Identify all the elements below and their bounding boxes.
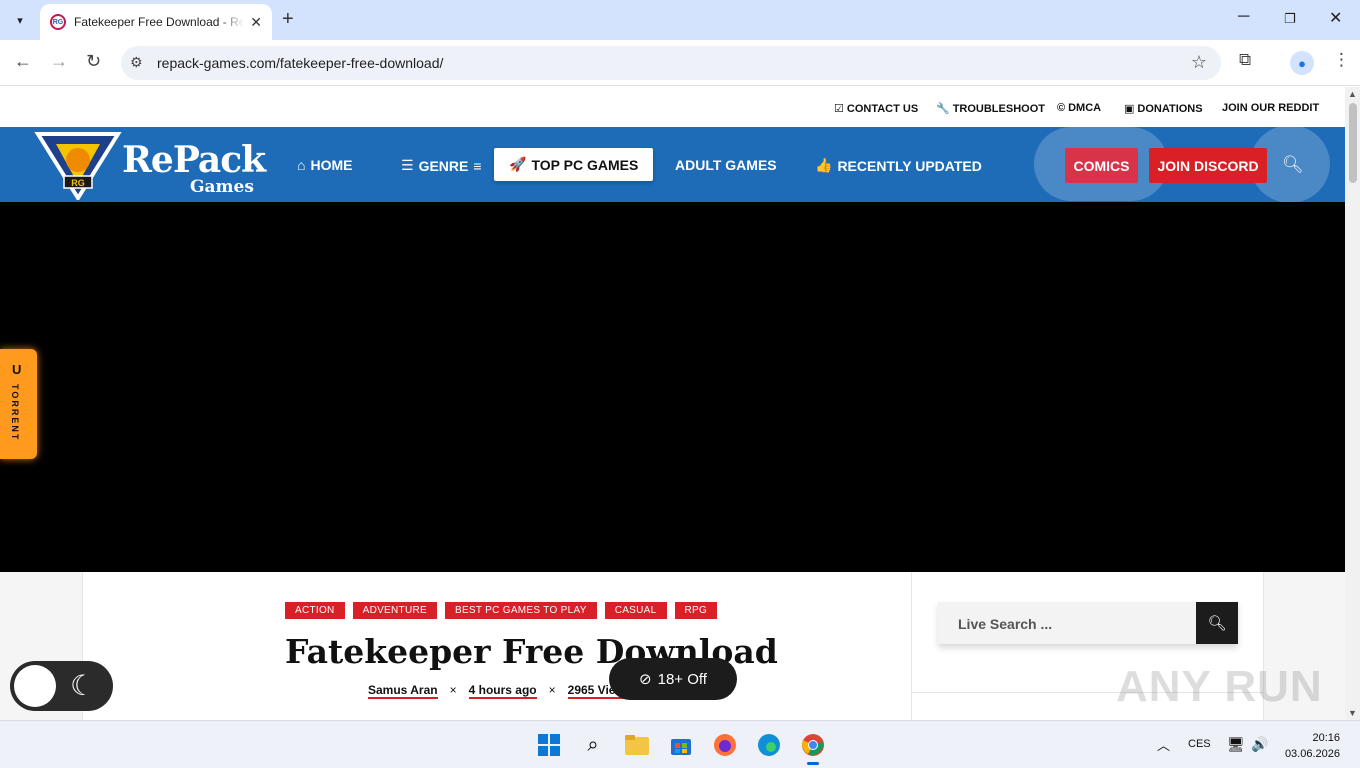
dmca-link[interactable]: © DMCA [1057, 102, 1101, 114]
toggle-knob [14, 665, 56, 707]
firefox-icon[interactable] [711, 731, 739, 759]
back-button[interactable]: ← [14, 51, 32, 72]
live-search-input[interactable]: Live Search ... [958, 616, 1052, 632]
tray-chevron-icon[interactable]: ︿ [1157, 735, 1170, 754]
tag-best-pc-games[interactable]: BEST PC GAMES TO PLAY [444, 602, 597, 619]
active-tab[interactable]: RG Fatekeeper Free Download - RepackGame… [40, 4, 272, 40]
main-navigation: RG RePack Games ⌂ HOME ☰ GENRE ≡ 🚀 TOP PC GA… [0, 125, 1345, 203]
clock[interactable]: 20:16 03.06.2026 [1280, 730, 1340, 762]
contact-icon: ☑ [834, 103, 844, 115]
search-taskbar-icon[interactable]: ⌕ [579, 731, 607, 759]
rocket-icon: 🚀 [509, 156, 527, 172]
nav-home[interactable]: ⌂ HOME [297, 157, 352, 173]
tag-rpg[interactable]: RPG [674, 602, 718, 619]
tag-action[interactable]: ACTION [285, 602, 345, 619]
thumbs-up-icon: 👍 [815, 157, 833, 173]
site-info-icon[interactable]: ⚙ [130, 54, 143, 71]
adult-filter-toggle[interactable]: ⊘ 18+ Off [609, 658, 737, 700]
search-icon[interactable]: 🔍︎ [1282, 155, 1304, 175]
edge-icon[interactable] [755, 731, 783, 759]
scroll-thumb[interactable] [1349, 103, 1357, 183]
reload-button[interactable]: ↻ [86, 51, 101, 72]
nav-genre[interactable]: ☰ GENRE ≡ [401, 157, 482, 174]
watermark: ANY RUN [1116, 662, 1323, 711]
logo-subtext: Games [190, 177, 254, 197]
clock-date: 03.06.2026 [1284, 748, 1340, 760]
nav-recently-updated[interactable]: 👍 RECENTLY UPDATED [815, 157, 982, 174]
file-explorer-icon[interactable] [623, 731, 651, 759]
volume-icon[interactable]: 🔊 [1251, 736, 1268, 753]
forward-button[interactable]: → [50, 51, 68, 72]
address-bar[interactable]: ⚙ repack-games.com/fatekeeper-free-downl… [121, 46, 1221, 80]
window-close-button[interactable]: ✕ [1329, 8, 1342, 28]
torrent-label: TORRENT [10, 384, 20, 442]
language-indicator[interactable]: CES [1188, 738, 1211, 750]
scroll-up-icon[interactable]: ▲ [1348, 89, 1357, 99]
clock-time: 20:16 [1312, 732, 1340, 744]
nav-top-pc-games[interactable]: 🚀 TOP PC GAMES [494, 148, 654, 181]
post-tags: ACTION ADVENTURE BEST PC GAMES TO PLAY C… [285, 602, 718, 619]
nav-adult-games[interactable]: ADULT GAMES [675, 157, 777, 173]
bookmark-star-icon[interactable]: ☆ [1191, 52, 1207, 73]
logo-text: RePack [122, 139, 266, 181]
chrome-icon[interactable] [799, 731, 827, 765]
site-logo[interactable]: RG RePack Games [30, 127, 266, 202]
restore-button[interactable]: ❐ [1284, 11, 1296, 27]
money-icon: ▣ [1124, 103, 1135, 115]
post-time[interactable]: 4 hours ago [468, 683, 537, 699]
post-author[interactable]: Samus Aran [368, 683, 438, 699]
magnet-icon: U [12, 362, 22, 377]
torrent-side-tab[interactable]: U TORRENT [0, 349, 37, 459]
comics-button[interactable]: COMICS [1065, 148, 1138, 183]
hero-media [0, 202, 1345, 572]
list-icon: ☰ [401, 157, 414, 173]
browser-toolbar: ← → ↻ ⚙ repack-games.com/fatekeeper-free… [0, 40, 1360, 86]
logo-badge-icon: RG [34, 132, 122, 200]
home-icon: ⌂ [297, 157, 306, 173]
top-links-bar: ☑ CONTACT US 🔧 TROUBLESHOOT © DMCA ▣ DONATIO… [0, 87, 1345, 127]
meta-separator: × [548, 683, 556, 697]
contact-us-link[interactable]: ☑ CONTACT US [834, 102, 918, 116]
wrench-icon: 🔧 [936, 103, 950, 115]
post-meta: Samus Aran × 4 hours ago × 2965 Views [368, 683, 632, 699]
network-icon[interactable]: 🖥 [1227, 736, 1245, 753]
minimize-button[interactable]: ─ [1238, 8, 1249, 26]
meta-separator: × [449, 683, 457, 697]
search-submit-icon[interactable]: 🔍︎ [1196, 602, 1238, 644]
web-page: ☑ CONTACT US 🔧 TROUBLESHOOT © DMCA ▣ DONATIO… [0, 87, 1345, 720]
block-icon: ⊘ [639, 671, 652, 688]
dark-mode-toggle[interactable]: ☾ [10, 661, 113, 711]
menu-lines-icon: ≡ [473, 157, 482, 174]
url-text[interactable]: repack-games.com/fatekeeper-free-downloa… [157, 55, 443, 71]
tab-title: Fatekeeper Free Download - RepackGames [74, 15, 244, 29]
tag-adventure[interactable]: ADVENTURE [352, 602, 437, 619]
live-search-box[interactable]: Live Search ... 🔍︎ [938, 602, 1238, 644]
browser-tab-strip: ▾ RG Fatekeeper Free Download - RepackGa… [0, 0, 1360, 40]
store-icon[interactable] [667, 731, 695, 759]
tab-search-button[interactable]: ▾ [7, 8, 33, 32]
profile-avatar[interactable]: ● [1290, 51, 1314, 75]
scroll-down-icon[interactable]: ▼ [1348, 708, 1357, 718]
troubleshoot-link[interactable]: 🔧 TROUBLESHOOT [936, 102, 1045, 116]
browser-menu-icon[interactable]: ⋮ [1333, 50, 1350, 70]
svg-text:RG: RG [71, 178, 85, 188]
donations-link[interactable]: ▣ DONATIONS [1124, 102, 1203, 116]
new-tab-button[interactable]: + [282, 8, 294, 31]
moon-icon: ☾ [70, 670, 96, 701]
reddit-link[interactable]: JOIN OUR REDDIT [1222, 102, 1319, 114]
join-discord-button[interactable]: JOIN DISCORD [1149, 148, 1267, 183]
windows-start-icon[interactable] [535, 731, 563, 759]
site-favicon-icon: RG [50, 14, 66, 30]
taskbar: ⌕ ︿ CES 🖥 🔊 20:16 03.06.2026 [0, 720, 1360, 768]
extensions-icon[interactable]: ⧉ [1239, 50, 1251, 70]
tag-casual[interactable]: CASUAL [604, 602, 667, 619]
tab-close-icon[interactable]: ✕ [250, 14, 262, 31]
copyright-icon: © [1057, 102, 1066, 114]
page-scrollbar[interactable]: ▲ ▼ [1345, 87, 1360, 720]
post-header: ACTION ADVENTURE BEST PC GAMES TO PLAY C… [82, 572, 912, 720]
